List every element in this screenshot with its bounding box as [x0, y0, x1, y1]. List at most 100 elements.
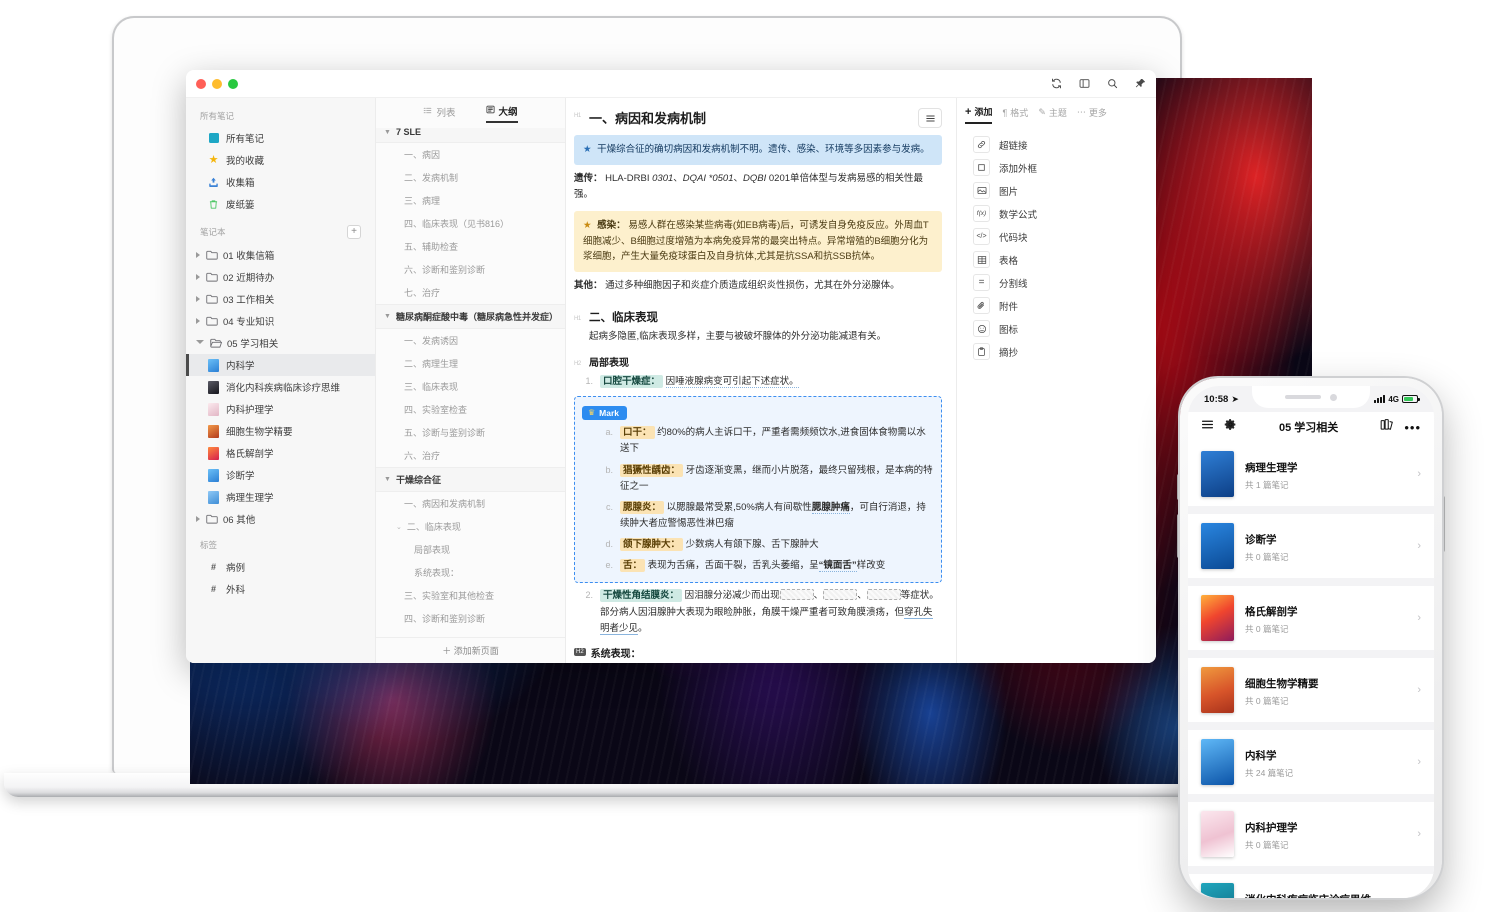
outline-group[interactable]: ▼ 干燥综合征 [376, 467, 565, 492]
insert-frame[interactable]: 添加外框 [957, 156, 1156, 179]
chevron-down-icon[interactable]: ▼ [384, 129, 391, 136]
search-icon[interactable] [1107, 78, 1118, 89]
outline-item[interactable]: 四、诊断和鉴别诊断 [376, 607, 565, 630]
outline-item[interactable]: 一、发病诱因 [376, 329, 565, 352]
insert-attachment[interactable]: 附件 [957, 294, 1156, 317]
outline-item[interactable]: 三、实验室和其他检查 [376, 584, 565, 607]
subsection-title[interactable]: 系统表现： [591, 645, 641, 660]
insert-code[interactable]: </> 代码块 [957, 225, 1156, 248]
paragraph-intro[interactable]: 起病多隐匿,临床表现多样，主要与被破坏腺体的外分泌功能减退有关。 [574, 329, 942, 346]
insert-clipboard[interactable]: 摘抄 [957, 340, 1156, 363]
add-notebook-button[interactable]: + [347, 225, 361, 239]
maximize-icon[interactable] [228, 78, 238, 89]
chevron-down-icon[interactable]: ⌄ [396, 523, 402, 531]
list-item-c[interactable]: c. 腮腺炎： 以腮腺最常受累,50%病人有间歇性腮腺肿痛，可自行消退，持续肿大… [582, 500, 934, 532]
paragraph-menu-button[interactable] [918, 108, 942, 128]
sidebar-folder-02[interactable]: 02 近期待办 [186, 266, 375, 288]
insert-formula[interactable]: f(x) 数学公式 [957, 202, 1156, 225]
outline-group[interactable]: ▼ 7 SLE [376, 128, 565, 143]
chevron-down-icon[interactable]: ▼ [384, 476, 391, 483]
subsection-title[interactable]: 局部表现 [589, 354, 629, 369]
layout-icon[interactable] [1079, 78, 1090, 89]
add-new-page-button[interactable]: ＋ 添加新页面 [376, 637, 565, 663]
sidebar-tag-waike[interactable]: # 外科 [186, 578, 375, 600]
close-icon[interactable] [196, 78, 206, 89]
tab-list[interactable]: 列表 [423, 104, 456, 123]
insert-hyperlink[interactable]: 超链接 [957, 133, 1156, 156]
sidebar-notebook-huli[interactable]: 内科护理学 [186, 398, 375, 420]
sidebar-notebook-xiaohua[interactable]: 消化内科疾病临床诊疗思维 [186, 376, 375, 398]
list-item[interactable]: 细胞生物学精要 共 0 篇笔记 › [1188, 658, 1434, 722]
list-item[interactable]: 诊断学 共 0 篇笔记 › [1188, 514, 1434, 578]
outline-item[interactable]: 七、治疗 [376, 281, 565, 304]
paragraph-genetics[interactable]: 遗传： HLA-DRBI 0301、DQAI *0501、DQBI 0201单倍… [574, 171, 942, 204]
sidebar-notebook-neikexue[interactable]: 内科学 [186, 354, 375, 376]
sidebar-item-inbox[interactable]: 收集箱 [186, 171, 375, 193]
list-item[interactable]: 内科学 共 24 篇笔记 › [1188, 730, 1434, 794]
phone-power-button[interactable] [1442, 496, 1445, 552]
tab-outline[interactable]: 大纲 [485, 104, 518, 123]
outline-item[interactable]: 一、病因 [376, 143, 565, 166]
blank-field[interactable] [823, 589, 858, 601]
list-item-a[interactable]: a. 口干： 约80%的病人主诉口干，严重者需频频饮水,进食固体食物需以水送下 [582, 425, 934, 457]
sidebar-item-favorites[interactable]: ★ 我的收藏 [186, 149, 375, 171]
chevron-right-icon[interactable] [196, 296, 200, 302]
phone-notebook-list[interactable]: 病理生理学 共 1 篇笔记 › 诊断学 共 0 篇笔记 › 格氏解剖学 共 0 … [1188, 442, 1434, 898]
outline-item[interactable]: 六、诊断和鉴别诊断 [376, 258, 565, 281]
outline-group[interactable]: ▼ 糖尿病酮症酸中毒（糖尿病急性并发症） [376, 304, 565, 329]
note-editor[interactable]: H1 一、病因和发病机制 ★ 干燥综合征的确切病因和发病机制不明。遗传、感染、环… [566, 98, 956, 663]
chevron-right-icon[interactable] [196, 318, 200, 324]
paragraph-other[interactable]: 其他： 通过多种细胞因子和炎症介质造成组织炎性损伤，尤其在外分泌腺体。 [574, 278, 942, 295]
outline-item[interactable]: 二、发病机制 [376, 166, 565, 189]
list-item-e[interactable]: e. 舌： 表现为舌痛，舌面干裂，舌乳头萎缩，呈“镜面舌”样改变 [582, 558, 934, 574]
chevron-down-icon[interactable]: ▼ [384, 313, 391, 320]
list-item-1[interactable]: 1. 口腔干燥症： 因唾液腺病变可引起下述症状。 [574, 374, 942, 390]
sidebar-notebook-xibao[interactable]: 细胞生物学精要 [186, 420, 375, 442]
outline-item[interactable]: 六、治疗 [376, 444, 565, 467]
sidebar-notebook-geshi[interactable]: 格氏解剖学 [186, 442, 375, 464]
list-item-2[interactable]: 2. 干燥性角结膜炎： 因泪腺分泌减少而出现、、等症状。部分病人因泪腺肿大表现为… [574, 588, 942, 636]
outline-item[interactable]: 三、临床表现 [376, 375, 565, 398]
tab-format[interactable]: ¶ 格式 [1002, 106, 1028, 123]
outline-item[interactable]: 局部表现 [376, 538, 565, 561]
list-item[interactable]: 内科护理学 共 0 篇笔记 › [1188, 802, 1434, 866]
mark-block[interactable]: ♛ Mark a. 口干： 约80%的病人主诉口干，严重者需频频饮水,进食固体食… [574, 396, 942, 584]
sidebar-notebook-zhenduan[interactable]: 诊断学 [186, 464, 375, 486]
outline-item[interactable]: 一、病因和发病机制 [376, 492, 565, 515]
list-item[interactable]: 消化内科疾病临床诊疗思维 共 0 篇笔记 › [1188, 874, 1434, 898]
sidebar-folder-03[interactable]: 03 工作相关 [186, 288, 375, 310]
sidebar-tag-bingli[interactable]: # 病例 [186, 556, 375, 578]
list-item[interactable]: 病理生理学 共 1 篇笔记 › [1188, 442, 1434, 506]
minimize-icon[interactable] [212, 78, 222, 89]
list-item[interactable]: 格氏解剖学 共 0 篇笔记 › [1188, 586, 1434, 650]
section-title[interactable]: 二、临床表现 [589, 309, 658, 325]
chevron-right-icon[interactable] [196, 252, 200, 258]
chevron-right-icon[interactable] [196, 274, 200, 280]
callout-etiology[interactable]: ★ 干燥综合征的确切病因和发病机制不明。遗传、感染、环境等多因素参与发病。 [574, 135, 942, 165]
sidebar-folder-06[interactable]: 06 其他 [186, 508, 375, 530]
mark-badge[interactable]: ♛ Mark [582, 405, 628, 420]
more-icon[interactable]: ••• [1404, 421, 1421, 434]
sidebar-folder-04[interactable]: 04 专业知识 [186, 310, 375, 332]
sidebar-folder-05[interactable]: 05 学习相关 [186, 332, 375, 354]
page-title[interactable]: 一、病因和发病机制 [589, 108, 706, 127]
tab-add[interactable]: + 添加 [965, 105, 993, 124]
sidebar-folder-01[interactable]: 01 收集信箱 [186, 244, 375, 266]
tab-theme[interactable]: ✎ 主题 [1038, 106, 1067, 123]
outline-item[interactable]: 五、治疗 [376, 630, 565, 637]
books-icon[interactable] [1380, 418, 1394, 436]
outline-item[interactable]: 五、诊断与鉴别诊断 [376, 421, 565, 444]
sync-icon[interactable] [1051, 78, 1062, 89]
outline-item[interactable]: 系统表现： [376, 561, 565, 584]
insert-emoji[interactable]: 图标 [957, 317, 1156, 340]
chevron-right-icon[interactable] [196, 516, 200, 522]
outline-item[interactable]: 三、病理 [376, 189, 565, 212]
outline-item[interactable]: 四、临床表现（见书816） [376, 212, 565, 235]
list-item-d[interactable]: d. 颌下腺肿大： 少数病人有颌下腺、舌下腺肿大 [582, 537, 934, 553]
sidebar-notebook-bingli[interactable]: 病理生理学 [186, 486, 375, 508]
blank-field[interactable] [779, 589, 814, 601]
callout-infection[interactable]: ★ 感染： 易感人群在感染某些病毒(如EB病毒)后，可诱发自身免疫反应。外周血T… [574, 210, 942, 272]
sidebar-item-trash[interactable]: 废纸篓 [186, 193, 375, 215]
insert-divider[interactable]: = 分割线 [957, 271, 1156, 294]
outline-item[interactable]: ⌄ 二、临床表现 [376, 515, 565, 538]
